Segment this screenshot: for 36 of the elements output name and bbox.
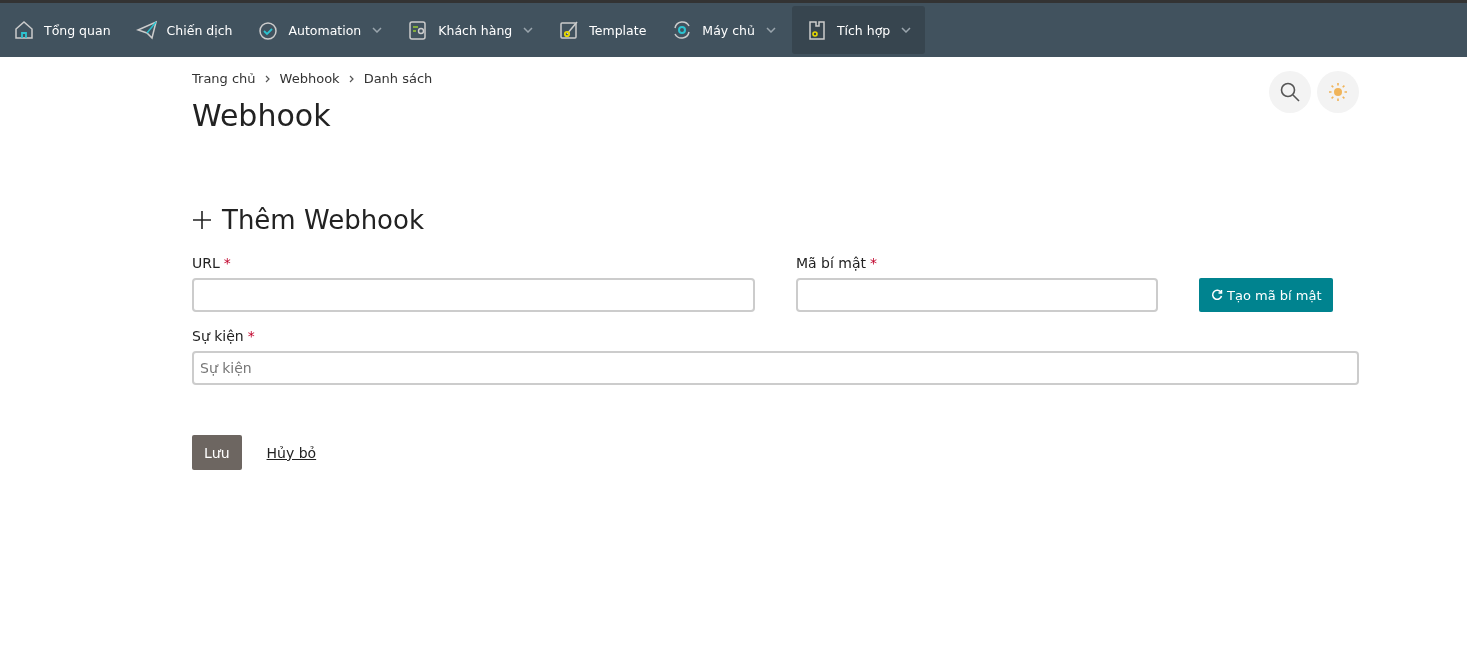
sun-icon [1328,82,1348,102]
chevron-icon [264,74,271,83]
form-heading: Thêm Webhook [222,205,424,235]
clock-check-icon [257,19,280,41]
required-mark: * [247,328,255,344]
events-input[interactable]: Sự kiện [192,351,1359,385]
search-button[interactable] [1269,71,1311,113]
nav-item[interactable]: Automation [248,6,393,54]
nav-item[interactable]: Chiến dịch [126,6,243,54]
url-input[interactable] [192,278,755,312]
nav-item[interactable]: Khách hàng [398,6,544,54]
generate-secret-button[interactable]: Tạo mã bí mật [1199,278,1334,312]
breadcrumb-link[interactable]: Danh sách [363,71,433,86]
breadcrumb-link[interactable]: Webhook [279,71,340,86]
chevron-icon [348,74,355,83]
plus-icon [192,210,212,230]
url-label: URL [192,255,220,271]
required-mark: * [870,255,878,271]
nav-item[interactable]: Template [549,6,657,54]
breadcrumb-link[interactable]: Trang chủ [192,71,256,86]
save-button[interactable]: Lưu [192,435,242,470]
secret-input[interactable] [796,278,1158,312]
secret-label: Mã bí mật [796,255,867,271]
cancel-link[interactable]: Hủy bỏ [266,444,317,461]
nav-item[interactable]: Máy chủ [662,6,786,54]
theme-button[interactable] [1317,71,1359,113]
events-label: Sự kiện [192,328,244,344]
page-title: Webhook [192,98,332,133]
required-mark: * [223,255,231,271]
nav-item[interactable]: Tích hợp [791,6,926,54]
paper-plane-icon [135,19,158,41]
nav-item[interactable]: Tổng quan [4,6,121,54]
home-icon [13,19,35,41]
search-icon [1279,81,1301,103]
edit-icon [558,19,581,41]
refresh-icon [1211,289,1223,301]
